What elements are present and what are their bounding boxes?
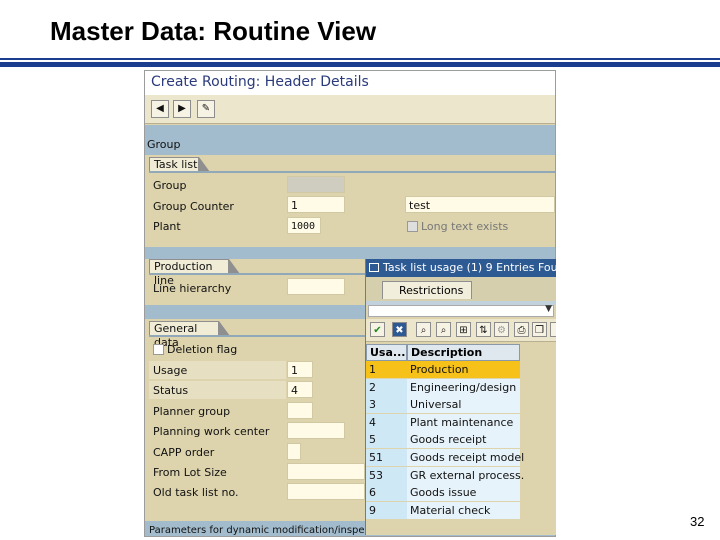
- usage-cell: 51: [366, 449, 407, 466]
- title-rule-thick: [0, 62, 720, 67]
- description-cell: Plant maintenance: [407, 413, 520, 431]
- task-list-divider: [149, 171, 555, 173]
- settings-icon[interactable]: ⚙: [494, 322, 509, 337]
- table-row[interactable]: 53 GR external process.: [366, 466, 524, 484]
- long-text-label: Long text exists: [421, 220, 509, 233]
- usage-cell: 53: [366, 466, 407, 484]
- old-task-list-label: Old task list no.: [153, 486, 239, 499]
- tab-general-data[interactable]: General data: [149, 321, 230, 349]
- table-row[interactable]: 3 Universal: [366, 396, 520, 414]
- description-cell: Goods receipt: [407, 431, 520, 449]
- description-cell: Material check: [407, 501, 520, 519]
- edit-icon[interactable]: ✎: [197, 100, 215, 118]
- planning-work-center-field[interactable]: [287, 422, 345, 439]
- description-cell: GR external process.: [407, 466, 524, 484]
- status-field[interactable]: 4: [287, 381, 313, 398]
- copy-icon[interactable]: ❐: [532, 322, 547, 337]
- line-hierarchy-field[interactable]: [287, 278, 345, 295]
- column-header-description-label: Description: [411, 346, 483, 359]
- confirm-check-icon[interactable]: ✔: [370, 322, 385, 337]
- restrictions-toggle[interactable]: ▼: [368, 304, 554, 317]
- description-cell: Goods receipt model: [407, 449, 524, 466]
- usage-cell: 5: [366, 431, 407, 449]
- planning-work-center-label: Planning work center: [153, 425, 270, 438]
- popup-toolbar: ✔ ✖ ⌕ ⌕ ⊞ ⇅ ⚙ ⎙ ❐: [366, 319, 556, 342]
- popup-title: Task list usage (1) 9 Entries Found: [383, 261, 556, 274]
- group-counter-label: Group Counter: [153, 200, 234, 213]
- line-hierarchy-label: Line hierarchy: [153, 282, 232, 295]
- group-band: Group: [145, 125, 555, 155]
- table-row[interactable]: 1 Production: [366, 361, 520, 378]
- tab-production-line[interactable]: Production line: [149, 259, 240, 287]
- usage-cell: 6: [366, 484, 407, 502]
- group-field[interactable]: [287, 176, 345, 193]
- slide-title: Master Data: Routine View: [50, 16, 377, 46]
- window-title: Create Routing: Header Details: [151, 74, 369, 90]
- deletion-flag-checkbox[interactable]: [153, 344, 164, 355]
- table-row[interactable]: 5 Goods receipt: [366, 431, 520, 449]
- table-row[interactable]: 4 Plant maintenance: [366, 413, 520, 431]
- usage-cell: 2: [366, 378, 407, 396]
- usage-cell: 4: [366, 413, 407, 431]
- plant-field[interactable]: 1000: [287, 217, 321, 234]
- find-next-icon[interactable]: ⌕: [436, 322, 451, 337]
- usage-cell: 9: [366, 501, 407, 519]
- cancel-icon[interactable]: ✖: [392, 322, 407, 337]
- description-cell: Universal: [407, 396, 520, 414]
- production-line-divider: [149, 273, 365, 275]
- title-rule-thin: [0, 58, 720, 60]
- filter-icon[interactable]: ⊞: [456, 322, 471, 337]
- column-header-usage[interactable]: Usa...: [366, 344, 407, 361]
- popup-title-bar: Task list usage (1) 9 Entries Found: [366, 259, 556, 277]
- table-row[interactable]: 6 Goods issue: [366, 484, 520, 502]
- long-text-checkbox[interactable]: [407, 221, 418, 232]
- general-data-divider: [149, 335, 365, 337]
- description-cell: Engineering/design: [407, 378, 520, 396]
- usage-cell: 3: [366, 396, 407, 414]
- column-header-usage-label: Usa...: [370, 346, 406, 359]
- old-task-list-field[interactable]: [287, 483, 365, 500]
- binoculars-icon[interactable]: ⌕: [416, 322, 431, 337]
- group-counter-field[interactable]: 1: [287, 196, 345, 213]
- description-cell: Goods issue: [407, 484, 520, 502]
- tab-task-list[interactable]: Task list: [149, 157, 210, 172]
- page-number: 32: [690, 514, 705, 529]
- plant-label: Plant: [153, 220, 181, 233]
- production-line-band: [145, 247, 555, 259]
- window-title-bar: Create Routing: Header Details: [145, 71, 555, 95]
- popup-window-icon: [369, 263, 379, 272]
- table-row[interactable]: 9 Material check: [366, 501, 520, 519]
- planner-group-label: Planner group: [153, 405, 231, 418]
- from-lot-size-label: From Lot Size: [153, 466, 227, 479]
- capp-order-field[interactable]: [287, 443, 301, 460]
- usage-cell: 1: [366, 361, 407, 378]
- chevron-down-icon[interactable]: ▼: [545, 304, 552, 314]
- from-lot-size-field[interactable]: [287, 463, 365, 480]
- table-row[interactable]: 2 Engineering/design: [366, 378, 520, 396]
- task-list-description-field[interactable]: test: [405, 196, 555, 213]
- table-row[interactable]: 51 Goods receipt model: [366, 449, 524, 466]
- usage-field[interactable]: 1: [287, 361, 313, 378]
- sort-icon[interactable]: ⇅: [476, 322, 491, 337]
- more-icon[interactable]: [550, 322, 556, 337]
- previous-icon[interactable]: ◀: [151, 100, 169, 118]
- column-header-description[interactable]: Description: [407, 344, 520, 361]
- usage-label: Usage: [153, 364, 188, 377]
- print-icon[interactable]: ⎙: [514, 322, 529, 337]
- application-toolbar: ◀ ▶ ✎: [145, 95, 555, 124]
- capp-order-label: CAPP order: [153, 446, 215, 459]
- planner-group-field[interactable]: [287, 402, 313, 419]
- status-label: Status: [153, 384, 189, 397]
- next-icon[interactable]: ▶: [173, 100, 191, 118]
- deletion-flag-label: Deletion flag: [167, 343, 238, 356]
- description-cell: Production: [407, 361, 520, 378]
- parameters-band-label: Parameters for dynamic modification/insp…: [149, 525, 390, 536]
- group-label: Group: [153, 179, 187, 192]
- group-band-label: Group: [147, 138, 181, 151]
- tab-restrictions[interactable]: Restrictions: [382, 281, 472, 299]
